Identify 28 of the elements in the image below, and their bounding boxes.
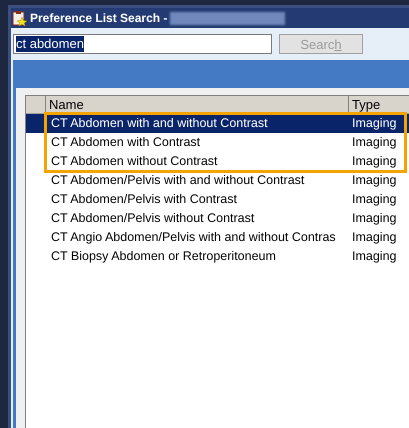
result-row[interactable]: CT Biopsy Abdomen or Retroperitoneum Imaging: [26, 247, 409, 266]
result-row[interactable]: CT Angio Abdomen/Pelvis with and without Contras Imaging: [26, 228, 409, 247]
search-field[interactable]: ct abdomen: [13, 34, 272, 54]
type-cell-text: Imaging: [351, 248, 398, 266]
name-cell-text: CT Abdomen without Contrast: [50, 153, 219, 170]
type-cell-text: Imaging: [351, 134, 398, 152]
column-header[interactable]: Type: [349, 96, 409, 113]
column-header[interactable]: Name: [46, 96, 349, 113]
result-row[interactable]: CT Abdomen/Pelvis without Contrast Imaging: [26, 209, 409, 228]
type-cell-text: Imaging: [351, 210, 398, 228]
name-cell-text: CT Abdomen with and without Contrast: [50, 115, 269, 132]
result-row[interactable]: CT Abdomen/Pelvis with and without Contrast Imaging: [26, 171, 409, 190]
type-cell-text: Imaging: [351, 153, 398, 170]
result-row[interactable]: CT Abdomen with Contrast Imaging: [26, 133, 409, 152]
result-row[interactable]: CT Abdomen with and without Contrast Imaging: [26, 114, 409, 133]
name-cell-text: CT Abdomen with Contrast: [50, 134, 202, 152]
type-cell-text: Imaging: [351, 191, 398, 208]
name-cell-text: CT Abdomen/Pelvis with and without Contrast: [50, 172, 306, 190]
result-row[interactable]: CT Abdomen/Pelvis with Contrast Imaging: [26, 190, 409, 209]
window-title: Preference List Search -: [30, 10, 168, 27]
type-cell-text: Imaging: [351, 115, 398, 132]
name-cell-text: CT Biopsy Abdomen or Retroperitoneum: [50, 248, 277, 266]
type-cell-text: Imaging: [351, 172, 398, 190]
type-cell-text: Imaging: [351, 229, 398, 246]
result-row[interactable]: CT Abdomen without Contrast Imaging: [26, 152, 409, 171]
name-cell-text: CT Abdomen/Pelvis with Contrast: [50, 191, 238, 208]
name-cell-text: CT Abdomen/Pelvis without Contrast: [50, 210, 256, 228]
name-cell-text: CT Angio Abdomen/Pelvis with and without Contras: [50, 229, 337, 246]
